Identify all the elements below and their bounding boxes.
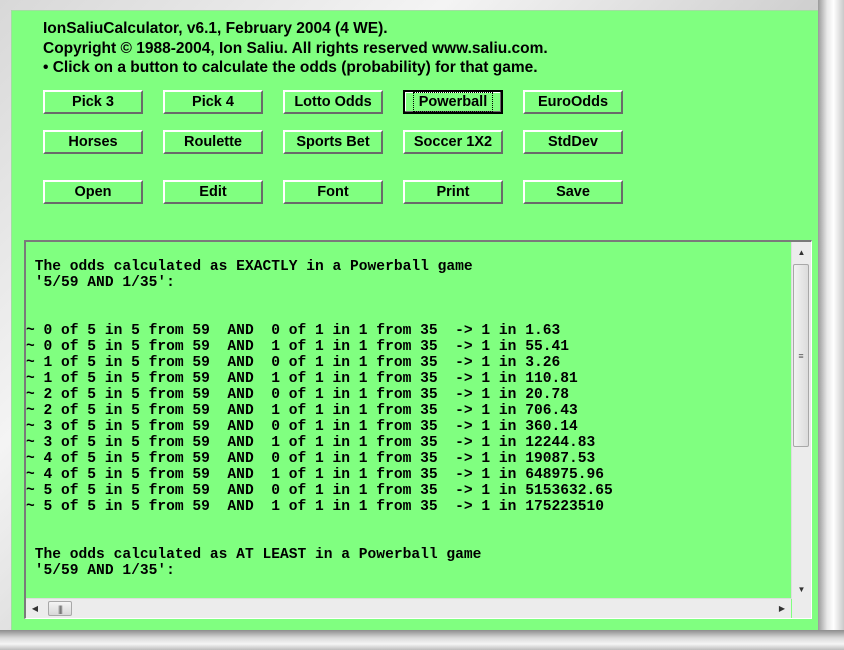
scrollbar-corner <box>792 599 811 618</box>
scroll-right-arrow-icon[interactable]: ▶ <box>773 599 791 618</box>
edit-button[interactable]: Edit <box>163 180 263 204</box>
button-label: Soccer 1X2 <box>413 134 493 150</box>
output-line: ~ 0 of 5 in 5 from 59 AND 0 of 1 in 1 fr… <box>26 323 561 339</box>
output-line: ~ 4 of 5 in 5 from 59 AND 0 of 1 in 1 fr… <box>26 451 596 467</box>
pick3-button[interactable]: Pick 3 <box>43 90 143 114</box>
sports-bet-button[interactable]: Sports Bet <box>283 130 383 154</box>
grip-icon: ≡ <box>798 350 804 361</box>
horizontal-scroll-thumb[interactable]: ||| <box>48 601 72 616</box>
horses-button[interactable]: Horses <box>43 130 143 154</box>
lotto-odds-button[interactable]: Lotto Odds <box>283 90 383 114</box>
button-label: Font <box>317 184 349 200</box>
output-line: ~ 3 of 5 in 5 from 59 AND 0 of 1 in 1 fr… <box>26 419 578 435</box>
button-label: Powerball <box>412 92 494 112</box>
instruction-text: • Click on a button to calculate the odd… <box>43 59 538 76</box>
frame-border-right <box>818 0 844 650</box>
vertical-scrollbar[interactable]: ▲ ≡ ▼ <box>791 242 811 599</box>
button-label: Pick 4 <box>192 94 234 110</box>
output-line: ~ 3 of 5 in 5 from 59 AND 1 of 1 in 1 fr… <box>26 435 596 451</box>
output-line: ~ 2 of 5 in 5 from 59 AND 0 of 1 in 1 fr… <box>26 387 569 403</box>
open-button[interactable]: Open <box>43 180 143 204</box>
button-label: Open <box>74 184 112 200</box>
scroll-left-arrow-icon[interactable]: ◀ <box>26 599 44 618</box>
button-label: Save <box>556 184 590 200</box>
output-line: ~ 5 of 5 in 5 from 59 AND 1 of 1 in 1 fr… <box>26 499 605 515</box>
output-line: ~ 1 of 5 in 5 from 59 AND 1 of 1 in 1 fr… <box>26 371 578 387</box>
stddev-button[interactable]: StdDev <box>523 130 623 154</box>
scroll-down-arrow-icon[interactable]: ▼ <box>792 579 811 599</box>
output-line: '5/59 AND 1/35': <box>26 275 175 291</box>
output-line: '5/59 AND 1/35': <box>26 563 175 579</box>
horizontal-scrollbar[interactable]: ◀ ||| ▶ <box>26 598 791 618</box>
output-textarea[interactable]: The odds calculated as EXACTLY in a Powe… <box>24 240 812 619</box>
font-button[interactable]: Font <box>283 180 383 204</box>
button-label: Print <box>436 184 470 200</box>
button-label: Sports Bet <box>296 134 370 150</box>
euro-odds-button[interactable]: EuroOdds <box>523 90 623 114</box>
button-label: Roulette <box>184 134 242 150</box>
output-line: ~ 1 of 5 in 5 from 59 AND 0 of 1 in 1 fr… <box>26 355 561 371</box>
button-label: Edit <box>199 184 227 200</box>
calculator-window: IonSaliuCalculator, v6.1, February 2004 … <box>11 10 818 630</box>
print-button[interactable]: Print <box>403 180 503 204</box>
output-line: ~ 0 of 5 in 5 from 59 AND 1 of 1 in 1 fr… <box>26 339 569 355</box>
button-label: Lotto Odds <box>294 94 372 110</box>
pick4-button[interactable]: Pick 4 <box>163 90 263 114</box>
app-title: IonSaliuCalculator, v6.1, February 2004 … <box>43 20 388 37</box>
roulette-button[interactable]: Roulette <box>163 130 263 154</box>
soccer-1x2-button[interactable]: Soccer 1X2 <box>403 130 503 154</box>
output-line: The odds calculated as AT LEAST in a Pow… <box>26 547 482 563</box>
output-line: The odds calculated as EXACTLY in a Powe… <box>26 259 473 275</box>
copyright-text: Copyright © 1988-2004, Ion Saliu. All ri… <box>43 39 548 57</box>
output-line: ~ 2 of 5 in 5 from 59 AND 1 of 1 in 1 fr… <box>26 403 578 419</box>
button-label: StdDev <box>548 134 598 150</box>
frame-border-bottom <box>0 630 844 650</box>
vertical-scroll-thumb[interactable]: ≡ <box>793 264 809 447</box>
powerball-button[interactable]: Powerball <box>403 90 503 114</box>
output-text[interactable]: The odds calculated as EXACTLY in a Powe… <box>26 242 791 614</box>
button-label: Horses <box>68 134 118 150</box>
header: IonSaliuCalculator, v6.1, February 2004 … <box>43 19 548 78</box>
button-label: EuroOdds <box>537 94 609 110</box>
button-label: Pick 3 <box>72 94 114 110</box>
scroll-up-arrow-icon[interactable]: ▲ <box>792 242 811 262</box>
grip-icon: ||| <box>57 603 63 614</box>
output-line: ~ 5 of 5 in 5 from 59 AND 0 of 1 in 1 fr… <box>26 483 613 499</box>
save-button[interactable]: Save <box>523 180 623 204</box>
output-line: ~ 4 of 5 in 5 from 59 AND 1 of 1 in 1 fr… <box>26 467 605 483</box>
